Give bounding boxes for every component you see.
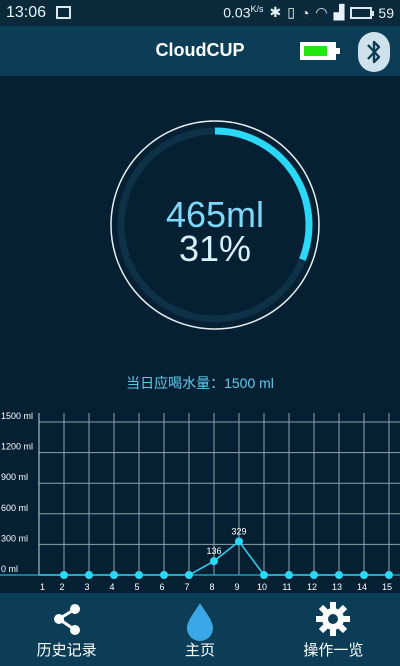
x-tick-label: 3 (84, 582, 89, 592)
status-time: 13:06 (6, 4, 47, 21)
alarm-icon: ◔ (300, 4, 310, 21)
tab-home-label: 主页 (184, 642, 215, 659)
image-notification-icon (56, 6, 71, 19)
gear-icon (316, 602, 351, 636)
tab-operations-label: 操作一览 (303, 642, 364, 659)
x-tick-label: 1 (40, 582, 45, 592)
data-point (385, 571, 393, 579)
x-tick-label: 5 (134, 582, 139, 592)
x-tick-label: 7 (184, 582, 189, 592)
tab-history-label: 历史记录 (36, 642, 97, 659)
data-point (110, 571, 118, 579)
status-bar: 13:06 0.03K/s ✱ ▯ ◔ ◠ ▟ 59 (0, 0, 400, 26)
y-tick-label: 0 ml (1, 564, 18, 574)
water-intake-dial: 465ml 31% (106, 116, 324, 334)
data-point (235, 537, 243, 546)
data-point (60, 571, 68, 579)
y-tick-label: 1200 ml (1, 442, 33, 452)
data-point (85, 571, 93, 579)
water-drop-icon (186, 603, 213, 641)
daily-goal-text: 当日应喝水量：1500 ml (126, 375, 274, 391)
x-tick-label: 15 (382, 582, 392, 592)
data-point (135, 571, 143, 579)
x-tick-label: 8 (209, 582, 214, 592)
data-point (185, 571, 193, 579)
intake-chart: 0 ml300 ml600 ml900 ml1200 ml1500 ml1363… (0, 411, 400, 592)
device-battery-fill (304, 46, 327, 56)
x-tick-label: 2 (59, 582, 64, 592)
tab-home[interactable]: 主页 (133, 593, 266, 666)
x-tick-label: 11 (282, 582, 291, 592)
app-title: CloudCUP (155, 40, 245, 60)
data-point (260, 571, 268, 579)
device-battery-icon (300, 42, 340, 60)
y-tick-label: 1500 ml (1, 411, 33, 421)
data-point (160, 571, 168, 579)
tab-operations[interactable]: 操作一览 (267, 593, 400, 666)
bottom-tab-bar: 历史记录 主页 操作一览 (0, 593, 400, 666)
network-speed: 0.03K/s (223, 4, 264, 21)
data-point (360, 571, 368, 579)
data-point (210, 557, 218, 566)
bluetooth-icon (367, 40, 381, 64)
y-tick-label: 600 ml (1, 503, 28, 513)
x-tick-label: 9 (234, 582, 239, 592)
x-tick-label: 10 (257, 582, 267, 592)
x-tick-label: 13 (332, 582, 342, 592)
app-header: CloudCUP (0, 26, 400, 76)
x-tick-label: 12 (307, 582, 317, 592)
x-tick-label: 14 (357, 582, 367, 592)
data-point (335, 571, 343, 579)
data-point (285, 571, 293, 579)
bluetooth-button[interactable] (358, 32, 390, 72)
y-tick-label: 300 ml (1, 533, 28, 543)
x-tick-label: 6 (159, 582, 164, 592)
signal-icon: ▟ (333, 4, 345, 20)
battery-level: 59 (378, 4, 394, 21)
data-label: 136 (206, 546, 221, 556)
y-tick-label: 900 ml (1, 472, 28, 482)
intake-percent: 31% (178, 228, 252, 269)
wifi-icon: ◠ (315, 4, 328, 20)
bluetooth-status-icon: ✱ (269, 4, 282, 20)
battery-icon (350, 6, 375, 19)
x-tick-label: 4 (109, 582, 114, 592)
data-point (310, 571, 318, 579)
vibrate-icon: ▯ (287, 4, 295, 20)
tab-history[interactable]: 历史记录 (0, 593, 133, 666)
data-label: 329 (231, 526, 246, 536)
share-icon (53, 604, 80, 635)
